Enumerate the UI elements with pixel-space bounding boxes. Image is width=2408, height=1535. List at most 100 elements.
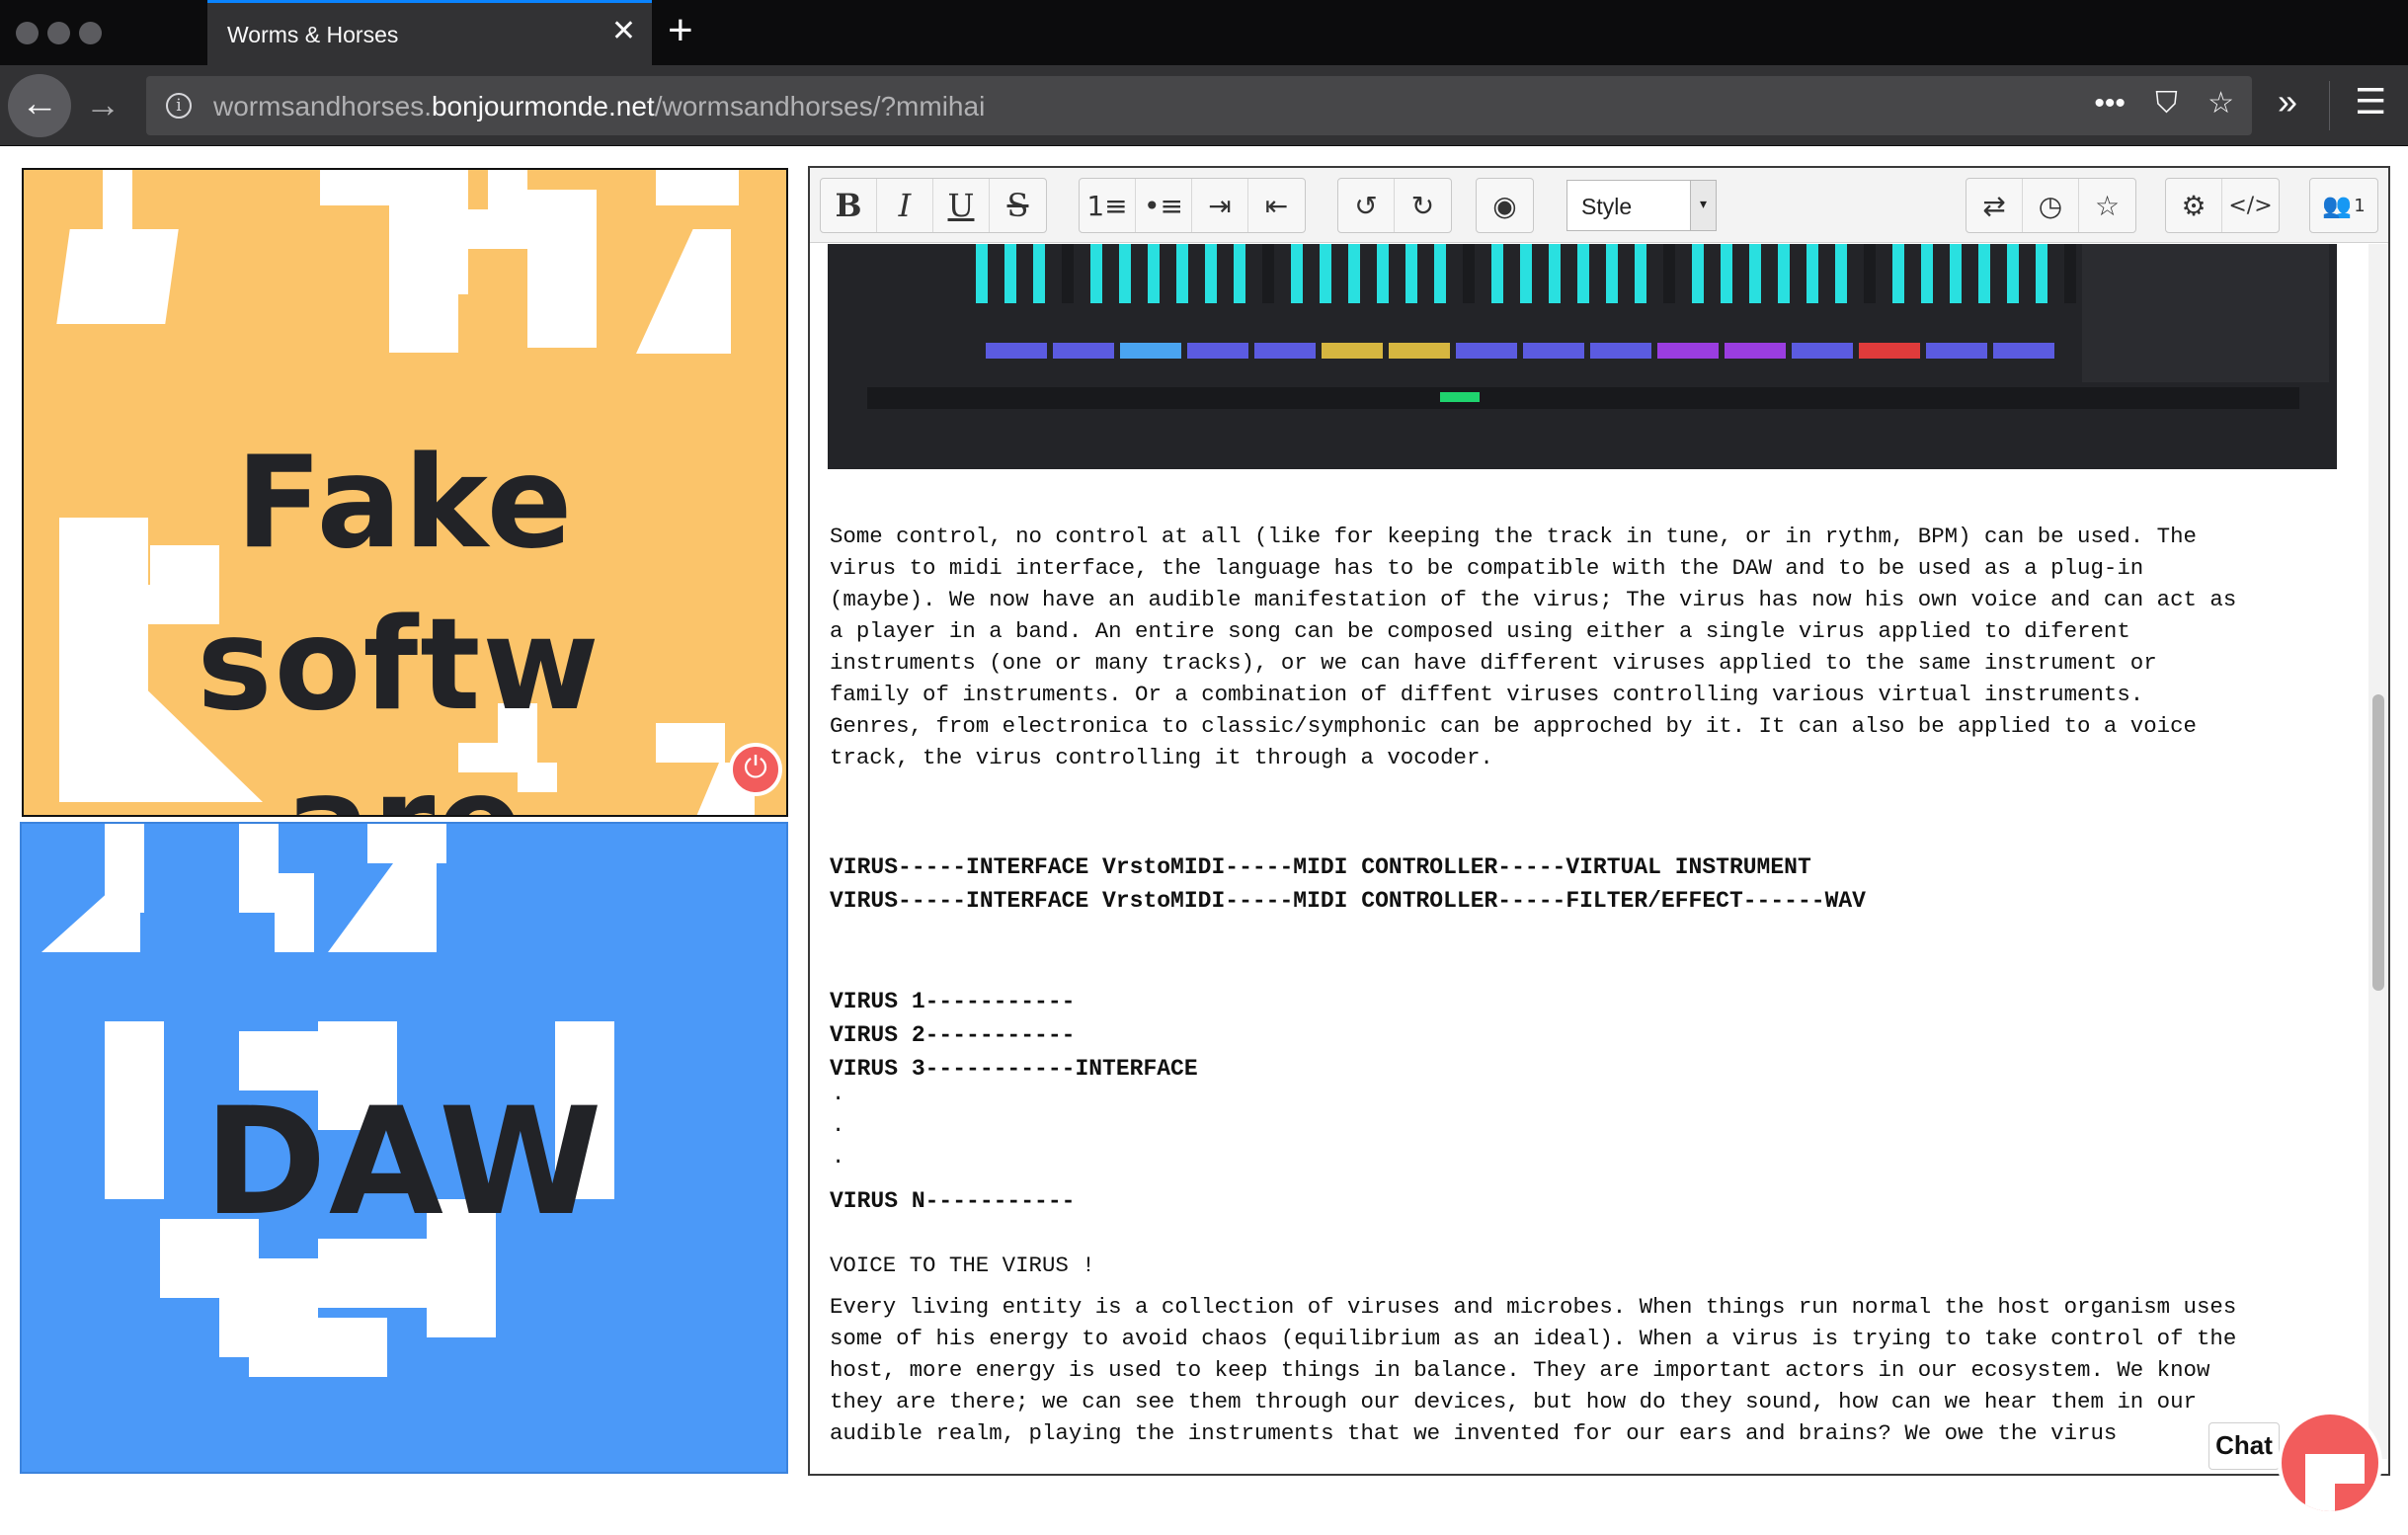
tab-title: Worms & Horses [227,22,399,47]
track-chips [986,343,2072,359]
track-chip [1926,343,1987,359]
close-window-button[interactable] [16,22,39,44]
track-chip [1053,343,1114,359]
track-chip [1389,343,1450,359]
fader-strip [1234,244,1245,303]
vertical-scrollbar[interactable] [2368,244,2388,1459]
redo-icon[interactable]: ↻ [1395,179,1451,232]
fader-strip [1835,244,1847,303]
chevron-down-icon[interactable]: ▾ [1690,181,1716,230]
tab-close-icon[interactable]: ✕ [611,17,636,46]
virus-line-3[interactable]: VIRUS 3-----------INTERFACE [830,1052,1198,1086]
history-group: ↺ ↻ [1337,178,1452,233]
ellipsis-dot-3: . [832,1145,845,1170]
daw-tile[interactable]: DAW [20,822,788,1474]
track-chip [1859,343,1920,359]
italic-button[interactable]: I [877,179,933,232]
fader-strip [1377,244,1389,303]
page-actions-icon[interactable]: ••• [2094,87,2126,121]
style-select[interactable]: Style ▾ [1566,180,1717,231]
back-button[interactable]: ← [8,74,71,137]
pocket-icon[interactable]: ⛉ [2155,87,2178,121]
fader-strip [1549,244,1561,303]
list-group: 1≡ •≡ ⇥ ⇤ [1079,178,1306,233]
chain-line-2[interactable]: VIRUS-----INTERFACE VrstoMIDI-----MIDI C… [830,884,1866,918]
import-export-icon[interactable]: ⇄ [1967,179,2023,232]
track-chip [986,343,1047,359]
new-tab-button[interactable]: + [668,6,693,55]
fader-strip [1721,244,1732,303]
track-chip [1187,343,1248,359]
fader-strip [2007,244,2019,303]
browser-tab[interactable]: Worms & Horses ✕ [207,0,652,65]
bookmark-star-icon[interactable]: ☆ [2207,86,2234,121]
vertical-scroll-thumb[interactable] [2372,694,2384,991]
info-icon[interactable]: i [166,93,192,119]
mixer-faders [976,244,2122,303]
fake-title-line2: softw [197,592,602,739]
fader-strip [1520,244,1532,303]
url-prefix: wormsandhorses. [213,91,432,121]
settings-gear-icon[interactable]: ⚙ [2166,179,2222,232]
doc-actions-group: ⇄ ◷ ☆ [1966,178,2136,233]
virus-line-n[interactable]: VIRUS N----------- [830,1184,1075,1218]
hamburger-menu-icon[interactable]: ☰ [2355,81,2386,122]
chat-button[interactable]: Chat [2208,1422,2280,1470]
url-bar[interactable]: i wormsandhorses.bonjourmonde.net/wormsa… [146,76,2252,135]
underline-button[interactable]: U [933,179,990,232]
url-domain: bonjourmonde.net [431,91,655,121]
fader-strip [1892,244,1904,303]
forward-button[interactable]: → [85,83,120,126]
fader-strip [1921,244,1933,303]
chat-avatar-icon[interactable] [2278,1411,2382,1515]
fader-strip [1291,244,1303,303]
fader-strip [976,244,988,303]
bullet-list-icon[interactable]: •≡ [1136,179,1192,232]
bold-button[interactable]: B [821,179,877,232]
virus-line-1[interactable]: VIRUS 1----------- [830,985,1075,1018]
track-chip [1657,343,1719,359]
minimize-window-button[interactable] [47,22,70,44]
embed-code-icon[interactable]: </> [2222,179,2279,232]
zoom-window-button[interactable] [79,22,102,44]
format-group: B I U S [820,178,1047,233]
undo-icon[interactable]: ↺ [1338,179,1395,232]
fader-strip [1148,244,1160,303]
indent-icon[interactable]: ⇥ [1192,179,1248,232]
fader-strip [1606,244,1618,303]
editor-content[interactable]: Some control, no control at all (like fo… [810,244,2370,1459]
virus-line-2[interactable]: VIRUS 2----------- [830,1018,1075,1052]
fake-software-tile[interactable]: Fake softw are ⏻ [22,168,788,817]
rich-text-editor[interactable]: B I U S 1≡ •≡ ⇥ ⇤ ↺ ↻ ◉ Style ▾ ⇄ ◷ ☆ ⚙ [808,166,2390,1476]
star-icon[interactable]: ☆ [2079,179,2135,232]
overflow-icon[interactable]: » [2278,81,2297,122]
track-chip [1254,343,1316,359]
paragraph-living-entity[interactable]: Every living entity is a collection of v… [830,1291,2351,1449]
users-button[interactable]: 👥 1 [2310,179,2377,232]
power-icon[interactable]: ⏻ [729,743,782,796]
toolbar-separator [2329,81,2330,130]
chain-line-1[interactable]: VIRUS-----INTERFACE VrstoMIDI-----MIDI C… [830,850,1811,884]
fader-strip [1491,244,1503,303]
hide-authors-icon[interactable]: ◉ [1477,179,1533,232]
settings-group: ⚙ </> [2165,178,2280,233]
url-text[interactable]: wormsandhorses.bonjourmonde.net/wormsand… [213,91,985,122]
paragraph-virus-midi[interactable]: Some control, no control at all (like fo… [830,521,2351,773]
timeslider-icon[interactable]: ◷ [2023,179,2079,232]
fader-strip [1635,244,1646,303]
track-chip [1993,343,2054,359]
strikethrough-button[interactable]: S [990,179,1046,232]
fader-strip [1004,244,1016,303]
ordered-list-icon[interactable]: 1≡ [1080,179,1136,232]
users-group: 👥 1 [2309,178,2378,233]
browser-nav-bar: ← → i wormsandhorses.bonjourmonde.net/wo… [0,65,2408,146]
fader-strip [2036,244,2047,303]
track-chip [1523,343,1584,359]
voice-heading[interactable]: VOICE TO THE VIRUS ! [830,1250,2351,1281]
fader-strip [1033,244,1045,303]
users-icon: 👥 [2322,192,2353,219]
fader-strip [1950,244,1962,303]
outdent-icon[interactable]: ⇤ [1248,179,1305,232]
fader-strip [1090,244,1102,303]
fader-strip [1434,244,1446,303]
